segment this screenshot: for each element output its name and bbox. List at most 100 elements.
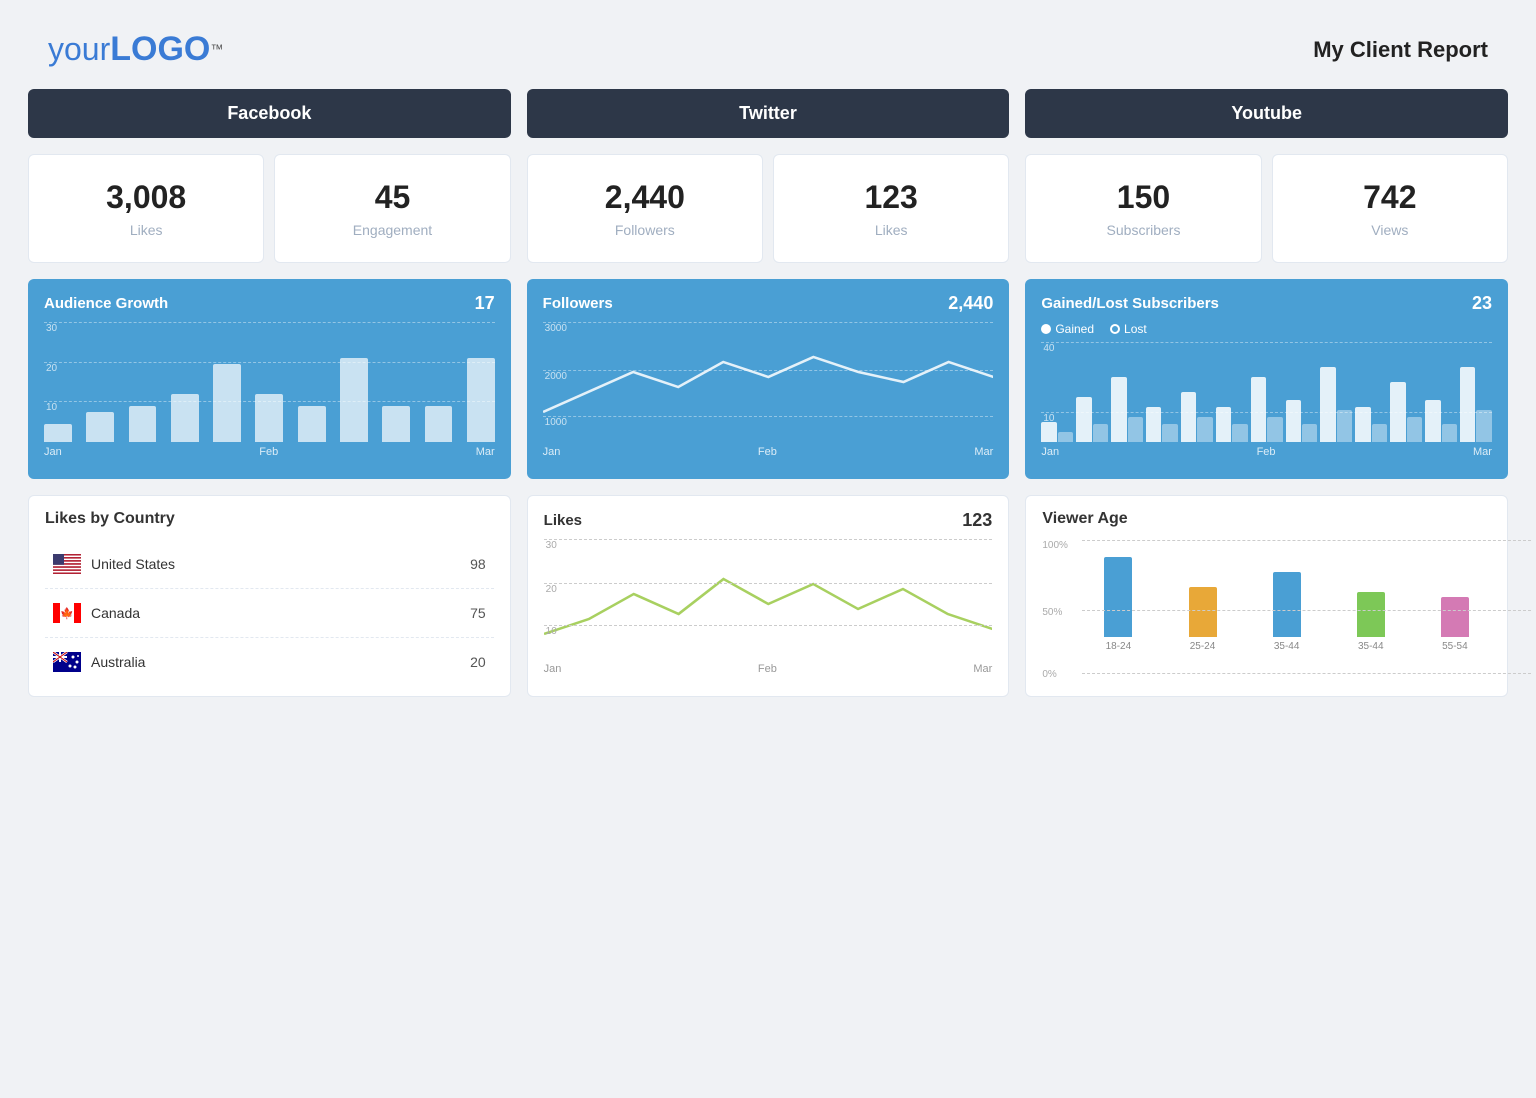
country-ca: 🍁 Canada 75	[45, 589, 494, 638]
twitter-likes-chart: Likes 123 30 20 10 Jan Feb Mar	[527, 495, 1010, 697]
gained-dot	[1041, 324, 1051, 334]
audience-growth-bars: 30 20 10	[44, 322, 495, 442]
viewer-age-title: Viewer Age	[1042, 510, 1491, 528]
followers-chart-title: Followers	[543, 295, 613, 312]
age-group: 18-24	[1082, 557, 1154, 652]
twitter-followers-value: 2,440	[544, 179, 746, 216]
au-flag-icon	[53, 652, 81, 672]
age-group: 25-24	[1166, 587, 1238, 652]
gained-lost-header: Gained/Lost Subscribers 23	[1041, 293, 1492, 314]
axis-feb: Feb	[758, 663, 777, 675]
axis-feb: Feb	[758, 446, 777, 458]
age-gridline-0	[1082, 673, 1531, 674]
audience-growth-chart: Audience Growth 17 30 20 10 Jan Feb Mar	[28, 279, 511, 479]
axis-jan: Jan	[543, 446, 561, 458]
age-bars-container: 18-2425-2435-4435-4455-54	[1082, 540, 1491, 670]
age-y-100: 100%	[1042, 540, 1068, 551]
country-us-count: 98	[470, 556, 486, 572]
twitter-likes-axis: Jan Feb Mar	[544, 663, 993, 675]
ca-flag-icon: 🍁	[53, 603, 81, 623]
age-gridline-100	[1082, 540, 1531, 541]
followers-chart-header: Followers 2,440	[543, 293, 994, 314]
facebook-likes-card: 3,008 Likes	[28, 154, 264, 263]
gained-lost-bars: 40 10	[1041, 342, 1492, 442]
youtube-subscribers-value: 150	[1042, 179, 1244, 216]
logo-text: your	[48, 31, 110, 67]
facebook-likes-value: 3,008	[45, 179, 247, 216]
twitter-stats: 2,440 Followers 123 Likes	[527, 154, 1010, 263]
twitter-header: Twitter	[527, 89, 1010, 138]
logo-bold: LOGO	[110, 30, 210, 68]
gridline-1000: 1000	[543, 416, 994, 428]
country-au-name: Australia	[91, 654, 460, 670]
facebook-engagement-label: Engagement	[291, 222, 493, 238]
twitter-likes-card: 123 Likes	[773, 154, 1009, 263]
twitter-likes-label: Likes	[790, 222, 992, 238]
twitter-likes-area: 30 20 10	[544, 539, 993, 659]
logo: yourLOGO™	[48, 30, 223, 69]
youtube-views-value: 742	[1289, 179, 1491, 216]
audience-growth-value: 17	[475, 293, 495, 314]
audience-growth-title: Audience Growth	[44, 295, 168, 312]
svg-text:🍁: 🍁	[60, 607, 74, 620]
axis-jan: Jan	[44, 446, 62, 458]
audience-growth-header: Audience Growth 17	[44, 293, 495, 314]
gridline-2000: 2000	[543, 370, 994, 382]
facebook-likes-label: Likes	[45, 222, 247, 238]
likes-by-country-title: Likes by Country	[45, 510, 494, 528]
facebook-engagement-value: 45	[291, 179, 493, 216]
axis-mar: Mar	[973, 663, 992, 675]
gained-lost-chart: Gained/Lost Subscribers 23 Gained Lost 4…	[1025, 279, 1508, 479]
facebook-engagement-card: 45 Engagement	[274, 154, 510, 263]
gained-bars	[1041, 342, 1492, 442]
youtube-stats: 150 Subscribers 742 Views	[1025, 154, 1508, 263]
country-us: United States 98	[45, 540, 494, 589]
country-au: Australia 20	[45, 638, 494, 686]
youtube-views-label: Views	[1289, 222, 1491, 238]
age-gridline-50	[1082, 610, 1531, 611]
twitter-followers-card: 2,440 Followers	[527, 154, 763, 263]
age-group: 55-54	[1419, 597, 1491, 652]
axis-feb: Feb	[259, 446, 278, 458]
followers-chart-area: 3000 2000 1000	[543, 322, 994, 442]
facebook-stats: 3,008 Likes 45 Engagement	[28, 154, 511, 263]
youtube-views-card: 742 Views	[1272, 154, 1508, 263]
viewer-age-area: 100% 50% 0% 18-2425-2435-4435-4455-54	[1042, 540, 1491, 680]
logo-tm: ™	[210, 42, 223, 57]
gained-lost-title: Gained/Lost Subscribers	[1041, 295, 1219, 312]
chart-row-2: Likes by Country	[28, 495, 1508, 697]
twitter-likes-header: Likes 123	[544, 510, 993, 531]
legend-lost: Lost	[1110, 322, 1147, 336]
legend-gained: Gained	[1041, 322, 1094, 336]
followers-chart: Followers 2,440 3000 2000 1000 Jan Feb M…	[527, 279, 1010, 479]
chart-row-1: Audience Growth 17 30 20 10 Jan Feb Mar …	[28, 279, 1508, 479]
report-title: My Client Report	[1313, 37, 1488, 63]
gained-lost-axis: Jan Feb Mar	[1041, 446, 1492, 458]
gridline-30: 30	[544, 539, 993, 551]
axis-mar: Mar	[974, 446, 993, 458]
country-ca-name: Canada	[91, 605, 460, 621]
followers-chart-value: 2,440	[948, 293, 993, 314]
axis-jan: Jan	[1041, 446, 1059, 458]
country-us-name: United States	[91, 556, 460, 572]
axis-jan: Jan	[544, 663, 562, 675]
header: yourLOGO™ My Client Report	[28, 20, 1508, 89]
country-au-count: 20	[470, 654, 486, 670]
twitter-likes-chart-value: 123	[962, 510, 992, 531]
followers-axis: Jan Feb Mar	[543, 446, 994, 458]
gridline-3000: 3000	[543, 322, 994, 334]
axis-feb: Feb	[1257, 446, 1276, 458]
platform-headers: Facebook Twitter Youtube	[28, 89, 1508, 138]
us-flag-icon	[53, 554, 81, 574]
audience-growth-axis: Jan Feb Mar	[44, 446, 495, 458]
twitter-followers-label: Followers	[544, 222, 746, 238]
likes-by-country: Likes by Country	[28, 495, 511, 697]
age-group: 35-44	[1335, 592, 1407, 652]
country-ca-count: 75	[470, 605, 486, 621]
twitter-likes-value: 123	[790, 179, 992, 216]
gridline-10: 10	[544, 625, 993, 637]
gained-label: Gained	[1055, 322, 1094, 336]
gridline-20: 20	[544, 583, 993, 595]
axis-mar: Mar	[476, 446, 495, 458]
axis-mar: Mar	[1473, 446, 1492, 458]
